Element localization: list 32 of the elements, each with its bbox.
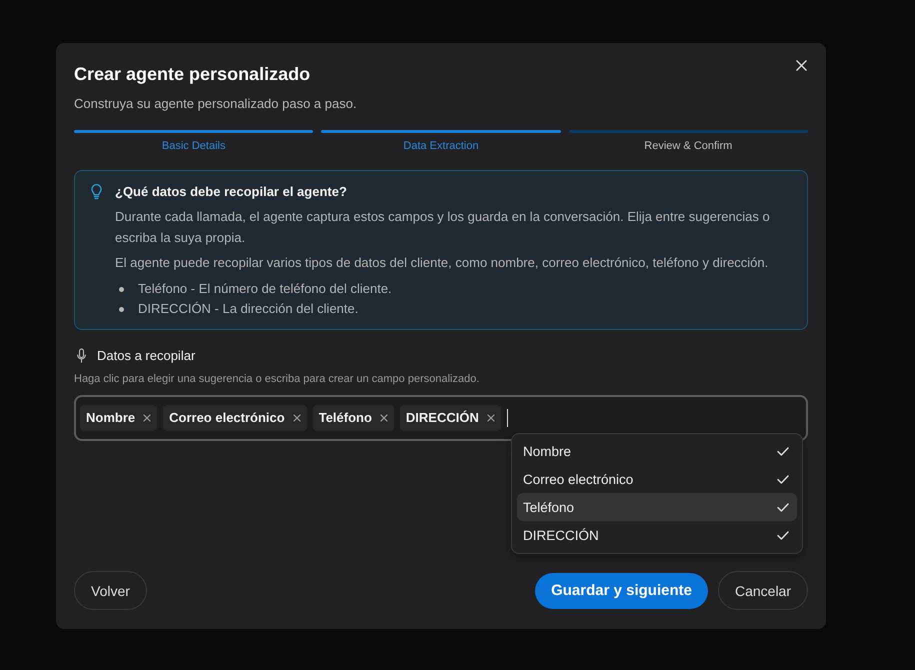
dropdown-option[interactable]: DIRECCIÓN [517,521,797,549]
dropdown-option[interactable]: Teléfono [517,493,797,521]
step-label[interactable]: Data Extraction [321,139,561,153]
step-label[interactable]: Review & Confirm [568,139,808,153]
microphone-icon [77,348,86,364]
dialog-subtitle: Construya su agente personalizado paso a paso. [74,95,358,113]
dialog-title: Crear agente personalizado [74,63,310,85]
chip-label: Nombre [86,409,136,427]
action-button[interactable]: Volver [74,571,147,610]
tag-input-field[interactable]: Nombre Correo electrónico Teléfono DIRECCIÓN [74,395,808,441]
step-label[interactable]: Basic Details [74,139,314,153]
field-hint: Haga clic para elegir una sugerencia o escriba para crear un campo personalizado. [74,372,480,386]
chip-label: Correo electrónico [169,409,285,427]
info-heading: ¿Qué datos debe recopilar el agente? [115,183,348,201]
action-button[interactable]: Cancelar [718,571,808,610]
lightbulb-icon [91,184,102,200]
field-label: Datos a recopilar [97,347,196,365]
dropdown-option[interactable]: Correo electrónico [517,465,797,493]
info-paragraph: El agente puede recopilar varios tipos de datos del cliente, como nombre, correo electrónico, teléfono y dirección. [115,254,770,272]
close-icon[interactable] [486,414,495,422]
chip-label: Teléfono [318,409,372,427]
bullet-text: DIRECCIÓN - La dirección del cliente. [138,300,358,318]
text-cursor [506,409,508,427]
bullet-text: Teléfono - El número de teléfono del cliente. [138,280,392,298]
bullet-icon [119,286,124,292]
close-icon[interactable] [292,414,301,422]
bullet-icon [119,306,124,312]
close-icon[interactable] [143,414,152,422]
info-paragraph: Durante cada llamada, el agente captura estos campos y los guarda en la conversación. Elija entre sugerencias o escriba la suya propia. [115,208,771,247]
chip-label: DIRECCIÓN [406,409,479,427]
close-icon[interactable] [380,414,388,422]
save-and-next-button[interactable]: Guardar y siguiente [535,572,708,608]
